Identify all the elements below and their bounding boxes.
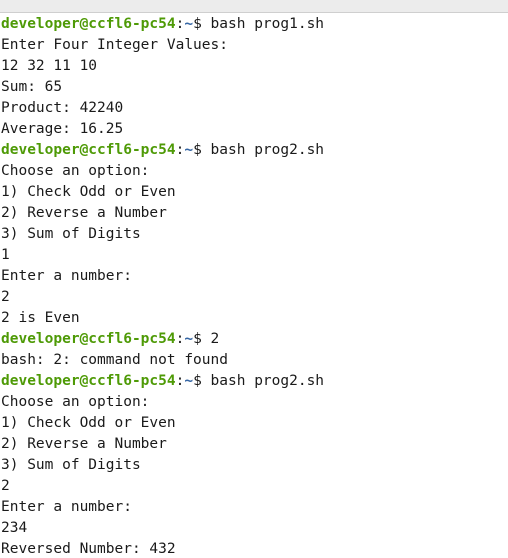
output-line: bash: 2: command not found bbox=[1, 352, 228, 368]
output-line: Enter a number: bbox=[1, 499, 132, 515]
prompt-symbol: $ bbox=[193, 142, 211, 158]
output-line: 1 bbox=[1, 247, 10, 263]
output-line: 3) Sum of Digits bbox=[1, 226, 141, 242]
prompt-path: ~ bbox=[184, 16, 194, 32]
prompt-user-host: developer@ccfl6-pc54 bbox=[1, 142, 176, 158]
command-text: bash prog1.sh bbox=[210, 16, 325, 32]
prompt-path: ~ bbox=[184, 331, 194, 347]
output-line: 2 is Even bbox=[1, 310, 80, 326]
prompt-path: ~ bbox=[184, 373, 194, 389]
output-line: Reversed Number: 432 bbox=[1, 541, 176, 557]
prompt-symbol: $ bbox=[193, 331, 211, 347]
output-line: 12 32 11 10 bbox=[1, 58, 98, 74]
terminal-output[interactable]: developer@ccfl6-pc54:~$ bash prog1.sh Ent… bbox=[0, 14, 508, 558]
output-line: 2) Reverse a Number bbox=[1, 205, 167, 221]
output-line: Enter a number: bbox=[1, 268, 132, 284]
command-text: 2 bbox=[210, 331, 220, 347]
output-line: Product: 42240 bbox=[1, 100, 124, 116]
output-line: 3) Sum of Digits bbox=[1, 457, 141, 473]
output-line: Sum: 65 bbox=[1, 79, 63, 95]
command-text: bash prog2.sh bbox=[210, 142, 325, 158]
prompt-user-host: developer@ccfl6-pc54 bbox=[1, 16, 176, 32]
output-line: 1) Check Odd or Even bbox=[1, 415, 176, 431]
prompt-line: developer@ccfl6-pc54:~$ bash prog2.sh bbox=[0, 371, 508, 392]
output-line: Choose an option: bbox=[1, 163, 150, 179]
output-line: Enter Four Integer Values: bbox=[1, 37, 228, 53]
prompt-symbol: $ bbox=[193, 16, 211, 32]
prompt-user-host: developer@ccfl6-pc54 bbox=[1, 373, 176, 389]
output-line: Average: 16.25 bbox=[1, 121, 124, 137]
prompt-line: developer@ccfl6-pc54:~$ bash prog2.sh bbox=[0, 140, 508, 161]
output-line: 2) Reverse a Number bbox=[1, 436, 167, 452]
window-top-border bbox=[0, 0, 508, 13]
prompt-line: developer@ccfl6-pc54:~$ 2 bbox=[0, 329, 508, 350]
output-line: 2 bbox=[1, 478, 10, 494]
command-text: bash prog2.sh bbox=[210, 373, 325, 389]
output-line: 2 bbox=[1, 289, 10, 305]
prompt-path: ~ bbox=[184, 142, 194, 158]
output-line: 1) Check Odd or Even bbox=[1, 184, 176, 200]
prompt-symbol: $ bbox=[193, 373, 211, 389]
output-line: 234 bbox=[1, 520, 28, 536]
prompt-user-host: developer@ccfl6-pc54 bbox=[1, 331, 176, 347]
prompt-line: developer@ccfl6-pc54:~$ bash prog1.sh bbox=[0, 14, 508, 35]
output-line: Choose an option: bbox=[1, 394, 150, 410]
